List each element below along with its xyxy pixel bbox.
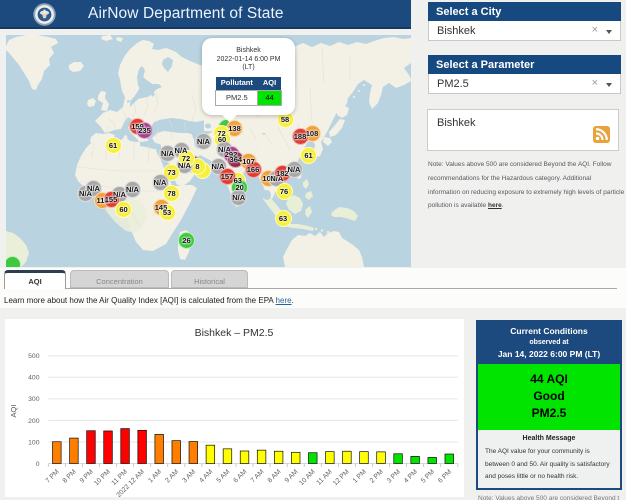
svg-text:100: 100	[28, 439, 40, 446]
svg-text:Bishkek – PM2.5: Bishkek – PM2.5	[195, 327, 274, 339]
svg-text:AQI: AQI	[9, 405, 18, 418]
svg-text:400: 400	[28, 375, 40, 382]
svg-text:500: 500	[28, 353, 40, 360]
svg-text:300: 300	[28, 396, 40, 403]
svg-text:200: 200	[28, 418, 40, 425]
svg-text:0: 0	[36, 461, 40, 468]
